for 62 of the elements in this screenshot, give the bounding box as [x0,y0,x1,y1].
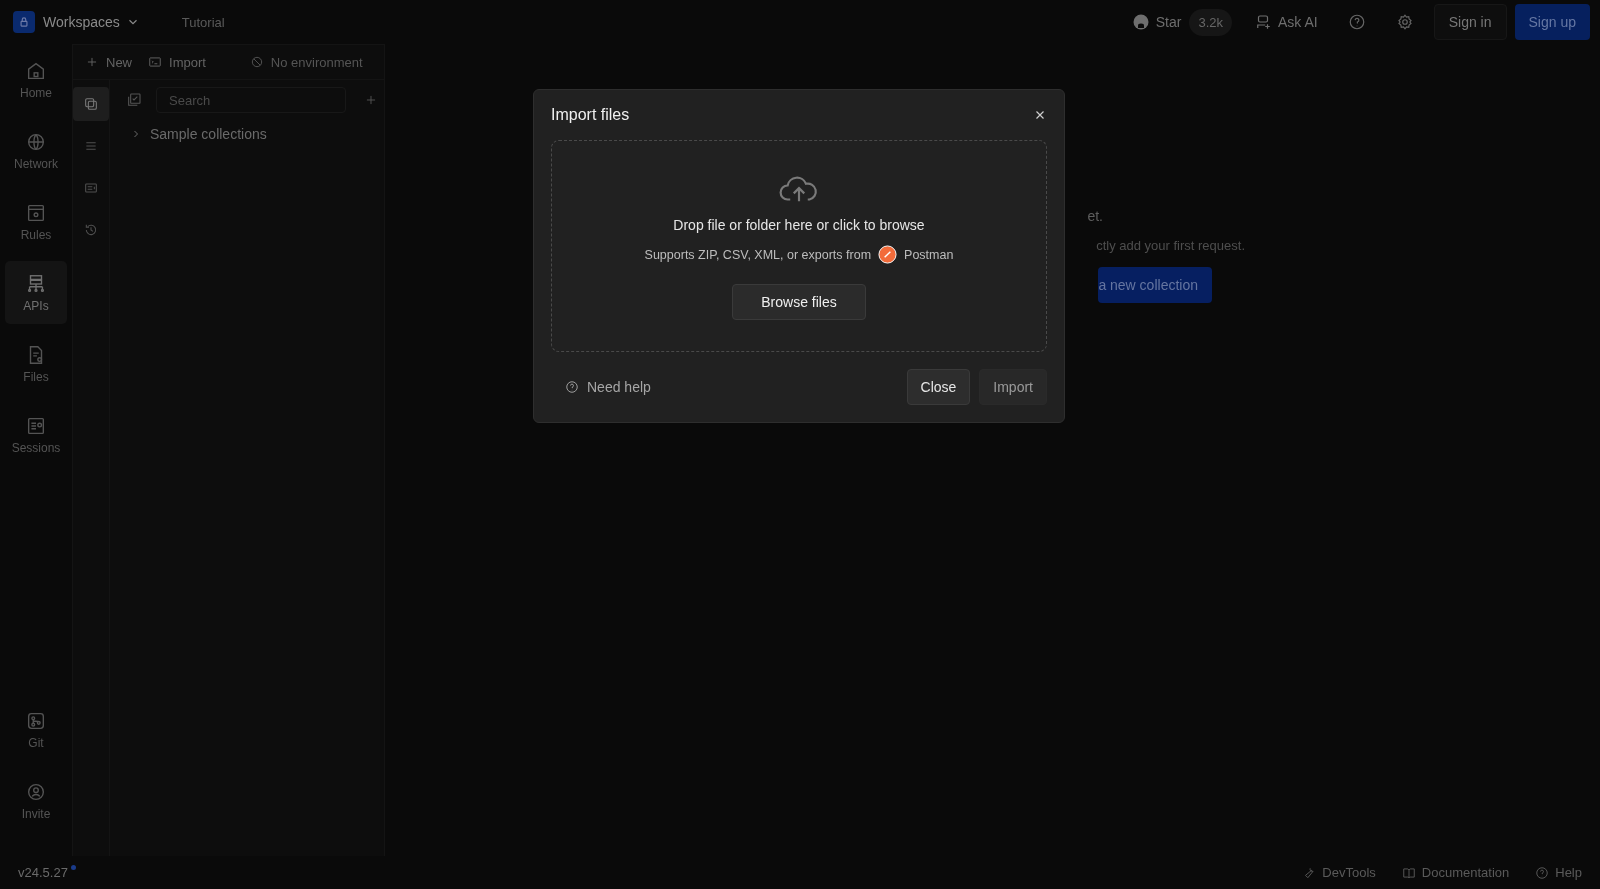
environment-selector[interactable]: No environment [249,54,371,70]
new-button[interactable]: New [85,54,140,70]
drop-title: Drop file or folder here or click to browse [673,217,925,233]
update-dot [70,865,76,870]
dialog-title: Import files [551,106,630,124]
collections-icon [83,96,99,112]
help-icon [565,380,579,394]
nav-label: APIs [23,298,49,313]
drop-zone[interactable]: Drop file or folder here or click to browse Supports ZIP, CSV, XML, or exports from Postman Browse files [551,140,1047,352]
help-icon[interactable] [1347,13,1366,31]
environments-icon [83,180,99,196]
empty-title: et. [1087,208,1103,224]
nav-label: Rules [20,227,52,242]
nav-item[interactable]: Sessions [5,403,67,466]
nav-item[interactable]: Network [5,119,67,182]
nav-item[interactable]: Rules [5,190,67,253]
plus-icon[interactable] [364,93,378,107]
select-all-icon[interactable] [126,92,142,108]
version-label: v24.5.27 [18,865,68,880]
close-button[interactable]: Close [906,369,971,405]
nav-label: Sessions [11,440,61,455]
book-icon [1401,865,1416,880]
footer-link[interactable]: Documentation [1401,865,1510,880]
terminal-icon [148,55,162,69]
nav-item[interactable]: Invite [5,769,67,832]
nav-label: Network [14,156,58,171]
browse-files-button[interactable]: Browse files [732,284,866,320]
settings-icon[interactable] [1395,13,1414,31]
nav-item[interactable]: Files [5,332,67,395]
sign-in-button[interactable]: Sign in [1433,4,1507,40]
apis-icon [25,272,47,295]
star-button[interactable]: Star [1131,13,1182,31]
robot-icon [1254,13,1272,31]
search-field[interactable]: Search [156,87,346,113]
import-button[interactable]: Import [148,54,214,70]
nav-label: Invite [21,806,51,821]
nav-item[interactable]: APIs [5,261,67,324]
workspace-dropdown[interactable]: Workspaces [43,14,140,30]
empty-text: ctly add your first request. [1096,238,1245,253]
panel-tab[interactable] [73,87,109,121]
history-icon [83,222,99,238]
footer-link[interactable]: DevTools [1302,865,1376,880]
ask-ai-button[interactable]: Ask AI [1254,13,1318,31]
help-icon [1535,865,1550,880]
no-entry-icon [249,55,264,69]
lock-icon [13,11,35,33]
need-help-link[interactable]: Need help [551,379,651,395]
new-collection-button[interactable]: a new collection [1098,267,1212,303]
sign-up-button[interactable]: Sign up [1514,4,1590,40]
footer-link[interactable]: Help [1535,865,1582,880]
tree-item[interactable]: Sample collections [118,113,267,142]
nav-label: Files [23,369,49,384]
postman-logo-icon [878,245,898,264]
nav-item[interactable]: Home [5,48,67,111]
nav-label: Home [20,85,52,100]
tutorial-link[interactable]: Tutorial [175,13,231,31]
supports-text: Supports ZIP, CSV, XML, or exports from [644,247,872,262]
star-count: 3.2k [1189,8,1232,36]
plus-icon [85,55,99,69]
source-name: Postman [904,247,954,262]
nav-item[interactable]: Git [5,698,67,761]
nav-label: Git [28,735,44,750]
